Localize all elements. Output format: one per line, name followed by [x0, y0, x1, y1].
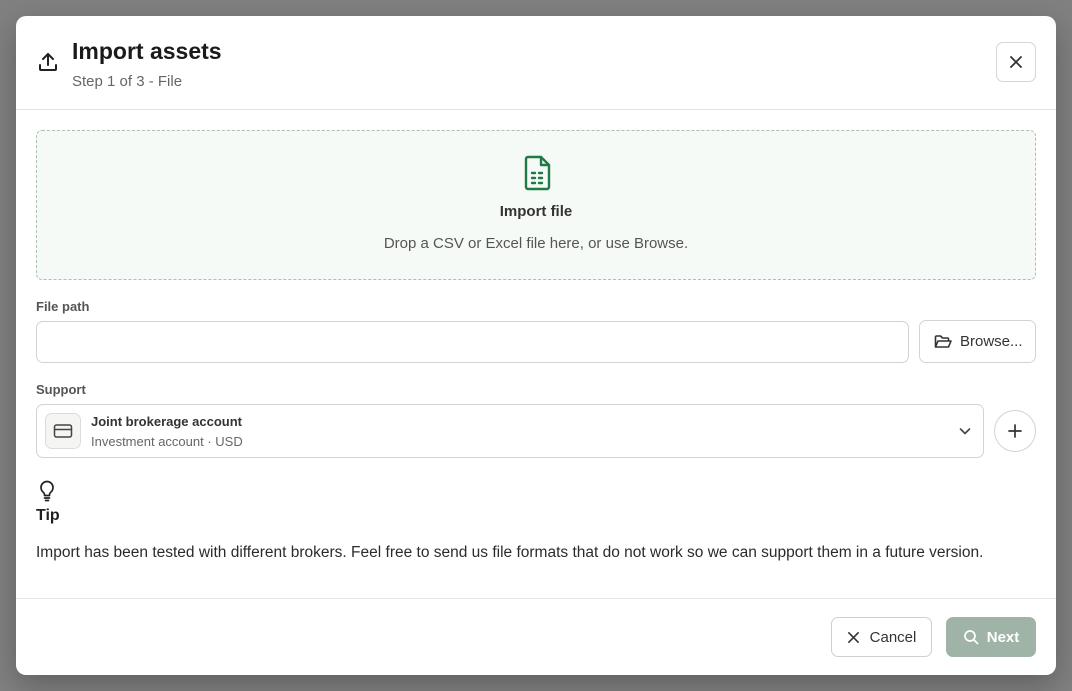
tip-text: Import has been tested with different br… — [36, 544, 984, 561]
next-button[interactable]: Next — [946, 617, 1036, 657]
browse-button[interactable]: Browse... — [919, 320, 1036, 363]
import-assets-dialog: Import assets Step 1 of 3 - File Import … — [16, 16, 1056, 675]
support-label: Support — [36, 382, 86, 397]
dropzone-title: Import file — [499, 203, 573, 220]
search-icon — [963, 630, 979, 645]
dropzone-hint: Drop a CSV or Excel file here, or use Br… — [383, 235, 689, 252]
dialog-step-indicator: Step 1 of 3 - File — [72, 73, 183, 90]
add-account-button[interactable] — [994, 410, 1036, 452]
tip-title: Tip — [36, 507, 60, 524]
spreadsheet-file-icon — [524, 155, 551, 191]
upload-icon — [39, 53, 57, 71]
account-avatar — [45, 413, 81, 449]
support-account-select[interactable]: Joint brokerage account Investment accou… — [36, 404, 984, 458]
file-path-input[interactable] — [36, 321, 909, 363]
selected-account-meta: Investment account · USD — [91, 434, 243, 449]
next-button-label: Next — [986, 628, 1020, 646]
lightbulb-icon — [40, 480, 54, 502]
chevron-down-icon — [959, 428, 971, 435]
file-path-label: File path — [36, 299, 90, 314]
dialog-header: Import assets Step 1 of 3 - File — [16, 16, 1056, 110]
close-icon — [847, 631, 859, 643]
close-icon — [1010, 56, 1022, 68]
selected-account-name: Joint brokerage account — [91, 414, 242, 429]
browse-button-label: Browse... — [960, 333, 1023, 350]
cancel-button-label: Cancel — [869, 628, 917, 646]
close-button[interactable] — [996, 42, 1036, 82]
dialog-title: Import assets — [72, 38, 222, 64]
credit-card-icon — [53, 424, 73, 438]
cancel-button[interactable]: Cancel — [831, 617, 932, 657]
footer-divider — [16, 598, 1056, 599]
file-drop-zone[interactable]: Import file Drop a CSV or Excel file her… — [36, 130, 1036, 280]
folder-open-icon — [934, 334, 952, 348]
plus-icon — [1008, 424, 1022, 438]
